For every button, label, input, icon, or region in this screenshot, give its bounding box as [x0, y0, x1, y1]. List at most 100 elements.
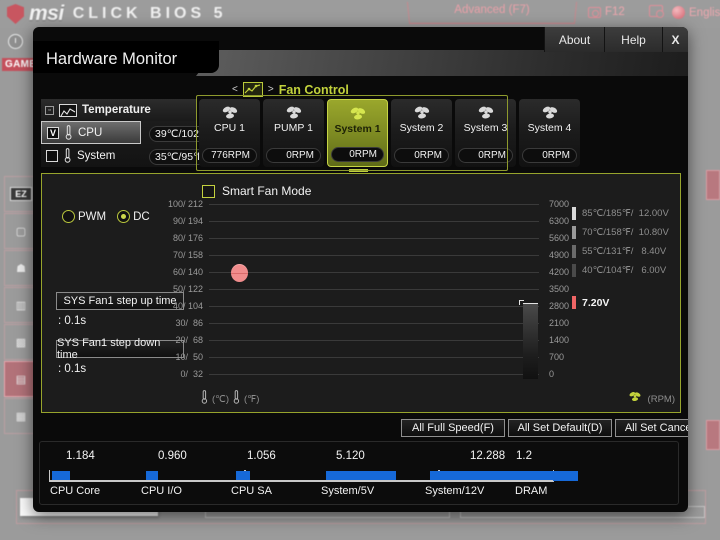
dialog-content: ▫ Temperature V CPU 39℃/102℉ — [41, 75, 681, 415]
dc-radio[interactable] — [117, 210, 130, 223]
hardware-monitor-dialog: About Help X Hardware Monitor < > Fan Co… — [33, 27, 688, 512]
voltage-label-system-12v: System/12V — [425, 485, 484, 497]
language-label: English — [689, 7, 720, 19]
legend-swatch — [572, 207, 576, 220]
about-button[interactable]: About — [544, 27, 604, 52]
fahrenheit-unit-label: (℉) — [244, 394, 259, 405]
y-axis-tick: 30/ 86 — [141, 318, 203, 328]
cpu-temperature-marker[interactable] — [231, 264, 248, 282]
legend-row: 70℃/158℉/ 10.80V — [572, 223, 682, 242]
monitor-icon: ▢ — [16, 225, 26, 238]
language-selector[interactable]: English — [672, 6, 720, 19]
cpu-temperature-label: CPU — [78, 127, 102, 139]
legend-row: 85℃/185℉/ 12.00V — [572, 204, 682, 223]
fan-rpm-value: 0RPM — [522, 148, 577, 163]
step-up-time-value: : 0.1s — [58, 315, 86, 327]
y-axis-tick: 80/ 176 — [141, 233, 203, 243]
y-axis-tick: 90/ 194 — [141, 216, 203, 226]
active-tab-underline — [349, 169, 368, 172]
fan-tab-system-2[interactable]: System 2 0RPM — [391, 99, 452, 167]
system-temperature-label: System — [77, 150, 115, 162]
voltage-value-cpu-sa: 1.056 — [247, 450, 276, 462]
legend-label: 40℃/104℉/ 6.00V — [582, 265, 666, 276]
fan-action-buttons: All Full Speed(F) All Set Default(D) All… — [401, 419, 688, 437]
gridline — [209, 221, 539, 222]
fan-icon — [284, 104, 304, 121]
screenshot-button[interactable]: F12 — [588, 6, 625, 18]
all-set-cancel-button[interactable]: All Set Cancel(C) — [615, 419, 688, 437]
legend-current-voltage: 7.20V — [582, 297, 609, 309]
fan-tab-pump-1[interactable]: PUMP 1 0RPM — [263, 99, 324, 167]
ez-mode-label: EZ — [10, 187, 32, 201]
favorites-icon: ☗ — [16, 262, 26, 275]
legend-swatch — [572, 264, 576, 277]
system-temperature-checkbox[interactable] — [46, 150, 58, 162]
y-axis-tick: 50/ 122 — [141, 284, 203, 294]
cpu-temperature-checkbox[interactable]: V — [47, 127, 59, 139]
boot-icon: ▥ — [16, 299, 26, 312]
voltage-panel: 1.184 0.960 1.056 5.120 12.288 1.2 CPU C… — [39, 441, 679, 505]
voltage-bar-cpu-io — [146, 471, 158, 481]
gridline — [209, 357, 539, 358]
clock-icon — [8, 34, 23, 49]
fan-tab-system-4[interactable]: System 4 0RPM — [519, 99, 580, 167]
fan-icon — [476, 104, 496, 121]
expander-icon[interactable]: ▫ — [45, 106, 54, 115]
close-dialog-button[interactable]: X — [662, 27, 688, 52]
fan-tab-system-3[interactable]: System 3 0RPM — [455, 99, 516, 167]
fan-curve-plot[interactable]: 100/ 212 90/ 194 80/ 176 70/ 158 60/ 140… — [209, 204, 539, 382]
step-down-time-value: : 0.1s — [58, 363, 86, 375]
help-button[interactable]: Help — [604, 27, 662, 52]
fan-rpm-value: 0RPM — [331, 147, 384, 162]
y-axis-tick: 10/ 50 — [141, 352, 203, 362]
fan-icon — [412, 104, 432, 121]
legend-row: 40℃/104℉/ 6.00V — [572, 261, 682, 280]
all-set-default-button[interactable]: All Set Default(D) — [508, 419, 612, 437]
fan-tab-strip: CPU 1 776RPM PUMP 1 0RPM — [199, 99, 580, 167]
fan-tab-label: System 2 — [400, 122, 444, 134]
fan-icon — [540, 104, 560, 121]
temperature-row-cpu[interactable]: V CPU — [41, 121, 141, 144]
legend-swatch-current — [572, 296, 576, 309]
y-axis-tick: 60/ 140 — [141, 267, 203, 277]
section-ribbon — [196, 50, 688, 76]
gridline — [209, 340, 539, 341]
fan-tab-cpu-1[interactable]: CPU 1 776RPM — [199, 99, 260, 167]
hardware-monitor-icon: ▤ — [16, 373, 26, 386]
smart-fan-mode-row[interactable]: Smart Fan Mode — [202, 184, 311, 198]
fan-rpm-value: 0RPM — [266, 148, 321, 163]
smart-fan-mode-checkbox[interactable] — [202, 185, 215, 198]
voltage-value-cpu-core: 1.184 — [66, 450, 95, 462]
temperature-header[interactable]: ▫ Temperature — [41, 99, 196, 121]
y-axis-tick: 20/ 68 — [141, 335, 203, 345]
advanced-mode-label: Advanced (F7) — [408, 4, 576, 16]
rpm-axis-tick: 1400 — [549, 335, 589, 345]
fan-rpm-value: 776RPM — [202, 148, 257, 163]
thermometer-icon — [232, 390, 241, 409]
voltage-legend: 85℃/185℉/ 12.00V 70℃/158℉/ 10.80V 55℃/13… — [572, 204, 682, 312]
camera-icon — [588, 7, 601, 18]
thermometer-icon — [200, 390, 209, 409]
voltage-label-cpu-core: CPU Core — [50, 485, 100, 497]
bios-top-header: msi CLICK BIOS 5 Advanced (F7) F12 Engli… — [0, 0, 720, 28]
gridline — [209, 255, 539, 256]
voltage-label-dram: DRAM — [515, 485, 547, 497]
fan-tab-label: PUMP 1 — [274, 122, 313, 134]
pwm-label: PWM — [78, 211, 106, 223]
advanced-mode-button[interactable]: Advanced (F7) — [408, 2, 576, 24]
temperature-axis-legend: (℃) (℉) — [200, 390, 259, 409]
fan-speed-slider[interactable] — [523, 303, 538, 379]
gridline — [209, 323, 539, 324]
search-button[interactable] — [649, 5, 663, 17]
pwm-radio[interactable] — [62, 210, 75, 223]
all-full-speed-button[interactable]: All Full Speed(F) — [401, 419, 505, 437]
msi-shield-icon — [7, 4, 24, 24]
voltage-bar-dram — [520, 471, 534, 481]
voltage-label-cpu-io: CPU I/O — [141, 485, 182, 497]
globe-icon — [672, 6, 685, 19]
fan-tab-system-1[interactable]: System 1 0RPM — [327, 99, 388, 167]
background-right-tab-2 — [706, 420, 720, 450]
fan-tab-label: System 3 — [464, 122, 508, 134]
gridline — [209, 306, 539, 307]
legend-row: 55℃/131℉/ 8.40V — [572, 242, 682, 261]
